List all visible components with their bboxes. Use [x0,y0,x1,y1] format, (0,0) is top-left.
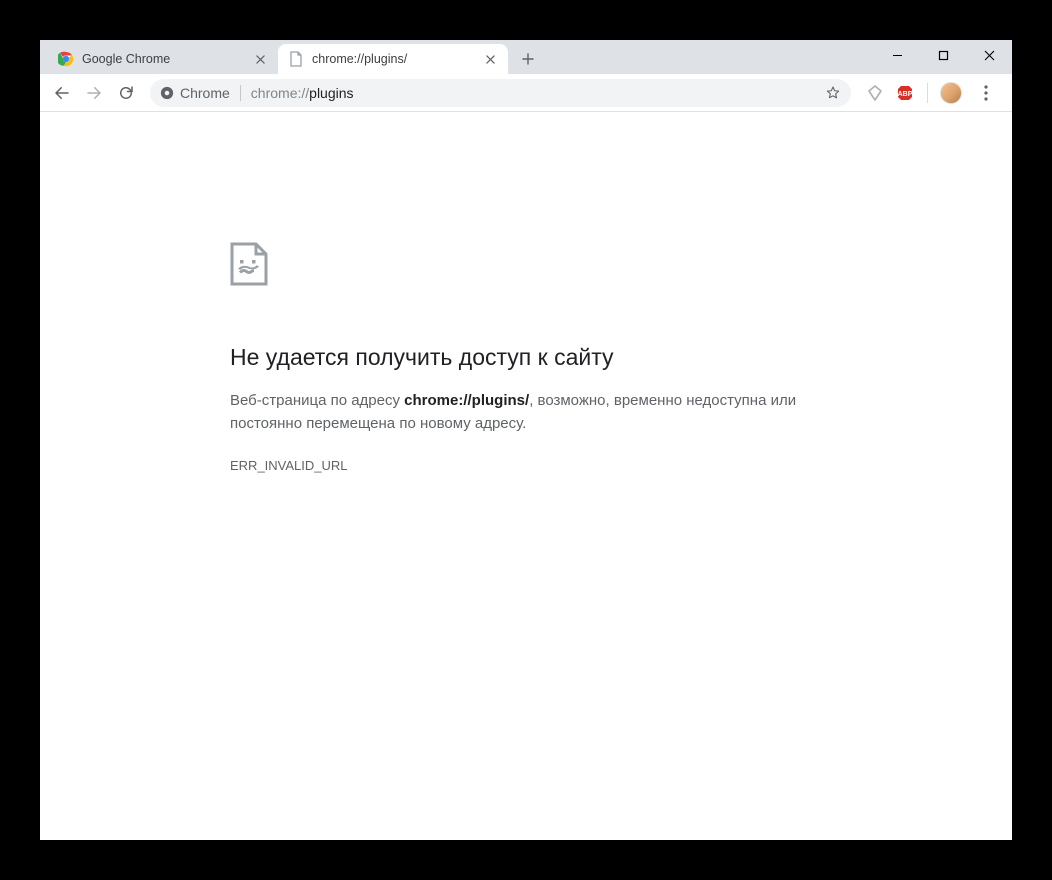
close-icon[interactable] [482,51,498,67]
url-path: plugins [309,85,353,101]
error-description: Веб-страница по адресу chrome://plugins/… [230,389,810,436]
toolbar: Chrome chrome://plugins ABP [40,74,1012,112]
titlebar: Google Chrome chrome://plugins/ [40,40,1012,74]
error-page: Не удается получить доступ к сайту Веб-с… [230,242,810,473]
sad-page-icon [230,242,302,314]
tab-title: chrome://plugins/ [312,52,482,66]
error-desc-prefix: Веб-страница по адресу [230,392,404,409]
svg-text:ABP: ABP [898,91,913,98]
page-icon [288,51,304,67]
browser-window: Google Chrome chrome://plugins/ [40,40,1012,840]
tab-plugins[interactable]: chrome://plugins/ [278,44,508,74]
url-text: chrome://plugins [251,85,354,101]
bookmark-star-icon[interactable] [825,85,841,101]
error-desc-url: chrome://plugins/ [404,392,529,409]
chrome-badge-icon [160,86,174,100]
close-icon[interactable] [252,51,268,67]
window-controls [874,40,1012,70]
adblock-extension-icon[interactable]: ABP [895,83,915,103]
tab-google-chrome[interactable]: Google Chrome [48,44,278,74]
reload-button[interactable] [112,79,140,107]
yandex-extension-icon[interactable] [865,83,885,103]
address-bar[interactable]: Chrome chrome://plugins [150,79,851,107]
menu-button[interactable] [972,79,1000,107]
url-scheme: chrome:// [251,85,309,101]
page-content: Не удается получить доступ к сайту Веб-с… [40,112,1012,840]
extension-icons: ABP [861,79,1004,107]
error-code: ERR_INVALID_URL [230,458,810,473]
forward-button[interactable] [80,79,108,107]
back-button[interactable] [48,79,76,107]
new-tab-button[interactable] [514,45,542,73]
close-window-button[interactable] [966,40,1012,70]
site-chip[interactable]: Chrome [160,85,241,101]
maximize-button[interactable] [920,40,966,70]
tab-strip: Google Chrome chrome://plugins/ [48,40,542,74]
tab-title: Google Chrome [82,52,252,66]
site-chip-label: Chrome [180,85,230,101]
minimize-button[interactable] [874,40,920,70]
profile-avatar[interactable] [940,82,962,104]
toolbar-separator [927,83,928,103]
chrome-icon [58,51,74,67]
error-title: Не удается получить доступ к сайту [230,344,810,371]
